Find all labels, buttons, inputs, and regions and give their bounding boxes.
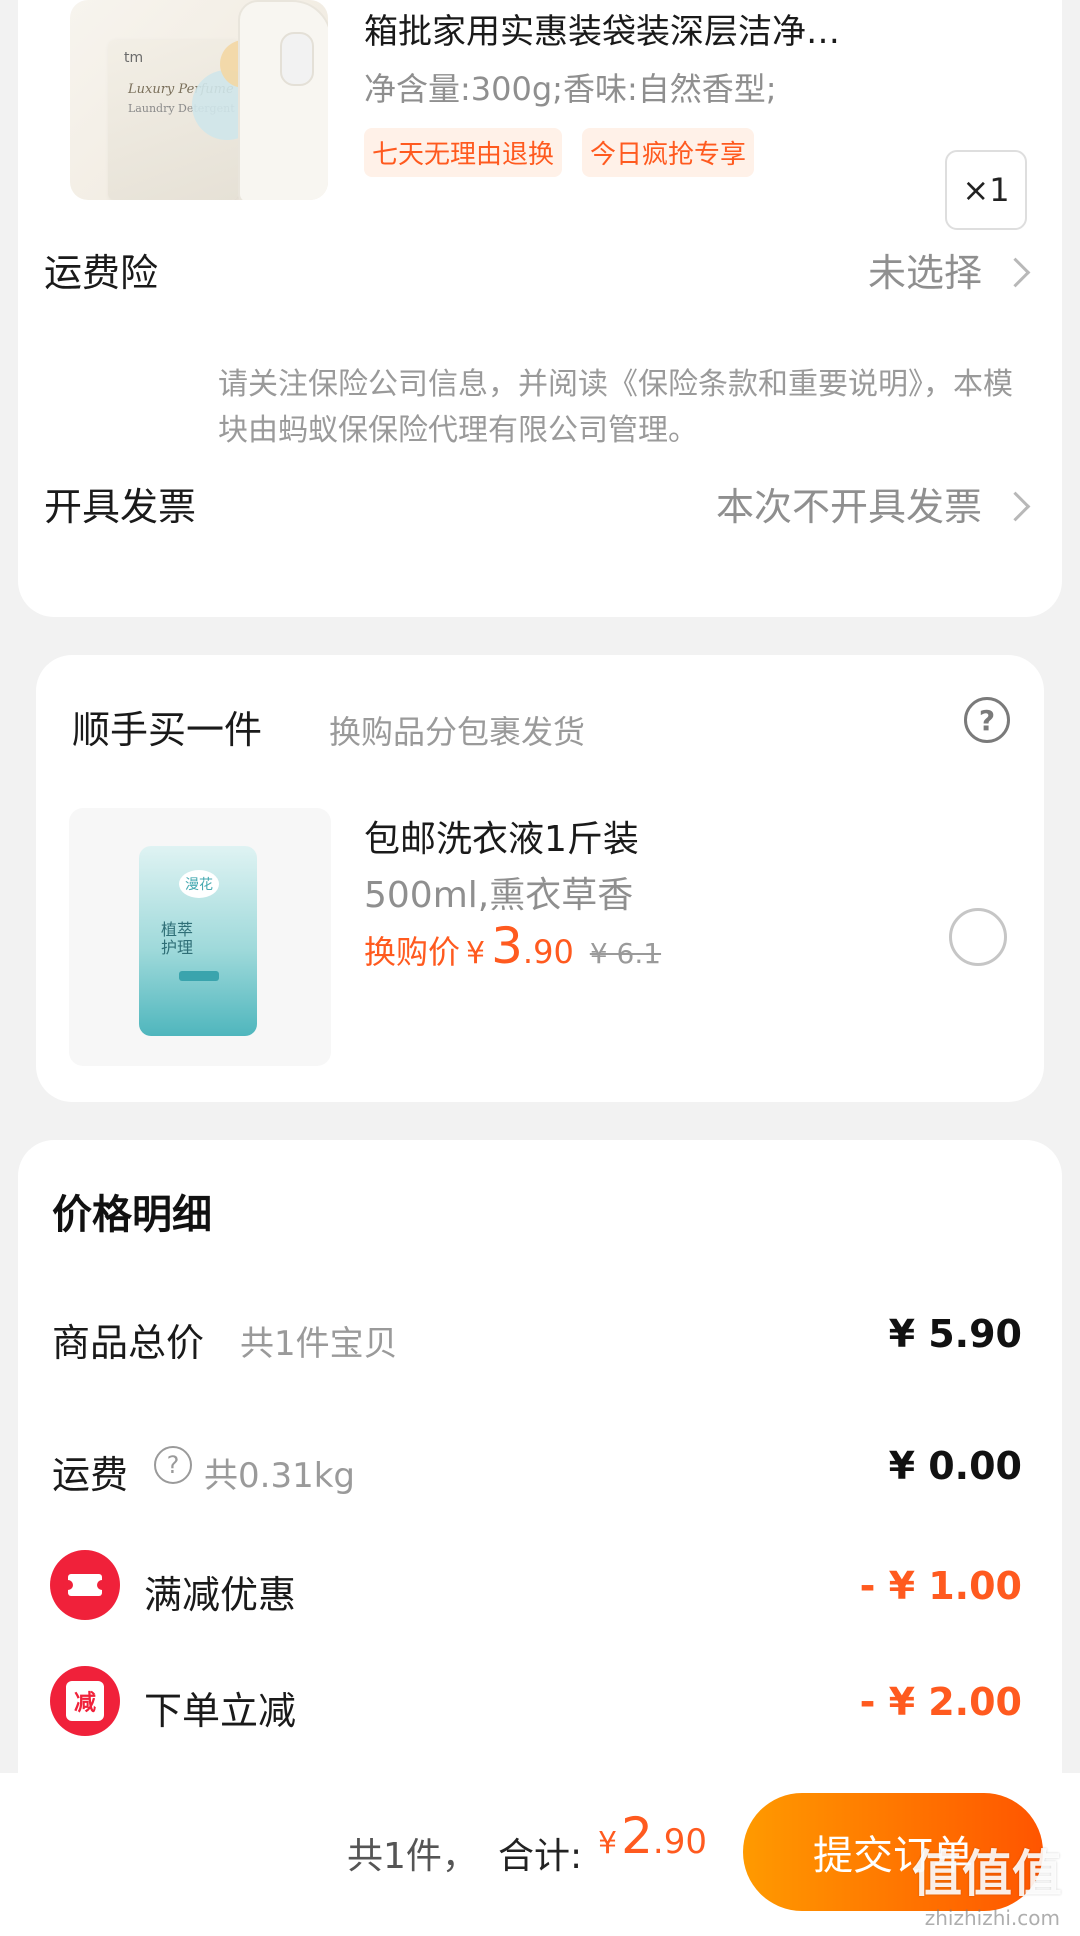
addon-image-label: 植萃 护理 — [161, 920, 194, 957]
product-tags: 七天无理由退换 今日疯抢专享 — [364, 128, 755, 177]
chevron-right-icon[interactable] — [1000, 491, 1031, 522]
help-icon[interactable]: ? — [154, 1446, 192, 1484]
price-details-title: 价格明细 — [52, 1192, 212, 1238]
total-label: 合计: — [498, 1836, 583, 1877]
discount1-label: 满减优惠 — [144, 1573, 297, 1617]
checkout-bar: 共1件， 合计: ¥ 2 .90 提交订单 值值值 zhizhizhi.com — [0, 1773, 1080, 1936]
invoice-label[interactable]: 开具发票 — [44, 476, 196, 531]
product-image[interactable]: tm Luxury Perfume Laundry Detergent — [70, 0, 328, 200]
addon-subtitle: 换购品分包裹发货 — [329, 713, 586, 751]
invoice-value[interactable]: 本次不开具发票 — [716, 476, 982, 531]
freight-value: ¥ 0.00 — [888, 1444, 1022, 1488]
instant-discount-icon-text: 减 — [66, 1681, 104, 1721]
freight-label: 运费 — [52, 1453, 129, 1497]
chevron-right-icon[interactable] — [1000, 257, 1031, 288]
product-image-brand: tm — [124, 50, 144, 66]
addon-pouch-graphic: 漫花 植萃 护理 — [139, 846, 257, 1036]
product-title[interactable]: 箱批家用实惠装袋装深层洁净… — [364, 4, 840, 53]
total-integer: 2 — [621, 1807, 653, 1865]
addon-image-brand: 漫花 — [179, 870, 219, 898]
total-amount: ¥ 2 .90 — [598, 1807, 707, 1865]
addon-image-stripe — [179, 971, 219, 981]
watermark-url: zhizhizhi.com — [924, 1906, 1060, 1930]
discount2-label: 下单立减 — [144, 1689, 297, 1733]
shipping-insurance-value[interactable]: 未选择 — [868, 242, 982, 297]
addon-price-decimal: .90 — [522, 933, 574, 971]
item-count: 共1件， — [347, 1836, 478, 1877]
order-item-card: tm Luxury Perfume Laundry Detergent 箱批家用… — [18, 0, 1062, 617]
addon-title: 顺手买一件 — [72, 708, 263, 752]
goods-total-value: ¥ 5.90 — [888, 1312, 1022, 1356]
instant-discount-icon: 减 — [50, 1666, 120, 1736]
addon-select-radio[interactable] — [949, 908, 1007, 966]
product-bottle-graphic — [238, 0, 328, 200]
addon-price-label: 换购价 — [364, 933, 461, 971]
quantity-selector[interactable]: ×1 — [945, 150, 1027, 230]
coupon-ticket-icon — [50, 1550, 120, 1620]
addon-product-spec: 500ml,熏衣草香 — [364, 875, 634, 916]
order-confirm-page: tm Luxury Perfume Laundry Detergent 箱批家用… — [0, 0, 1080, 1936]
addon-price-currency: ¥ — [466, 936, 486, 971]
product-spec[interactable]: 净含量:300g;香味:自然香型; — [364, 64, 777, 110]
addon-product-name[interactable]: 包邮洗衣液1斤装 — [364, 810, 639, 862]
addon-original-price: ¥ 6.1 — [589, 937, 662, 970]
goods-total-count: 共1件宝贝 — [240, 1324, 398, 1364]
tag-flash-deal: 今日疯抢专享 — [582, 128, 755, 177]
bottle-handle-graphic — [280, 32, 314, 86]
addon-price: 换购价 ¥ 3 .90 ¥ 6.1 — [364, 917, 661, 975]
watermark: 值值值 — [912, 1845, 1062, 1903]
discount1-value: - ¥ 1.00 — [859, 1564, 1022, 1608]
goods-total-label: 商品总价 — [52, 1321, 205, 1365]
addon-price-integer: 3 — [491, 917, 523, 975]
addon-card: 顺手买一件 换购品分包裹发货 ? 漫花 植萃 护理 包邮洗衣液1斤装 500ml… — [36, 655, 1044, 1102]
shipping-insurance-label[interactable]: 运费险 — [44, 242, 158, 297]
freight-weight: 共0.31kg — [204, 1456, 355, 1496]
total-currency: ¥ — [598, 1826, 618, 1861]
insurance-note: 请关注保险公司信息，并阅读《保险条款和重要说明》，本模块由蚂蚁保保险代理有限公司… — [218, 367, 1013, 448]
addon-product-image[interactable]: 漫花 植萃 护理 — [69, 808, 331, 1066]
discount2-value: - ¥ 2.00 — [859, 1680, 1022, 1724]
help-icon[interactable]: ? — [964, 697, 1010, 743]
total-decimal: .90 — [652, 1822, 707, 1862]
tag-return-policy: 七天无理由退换 — [364, 128, 563, 177]
